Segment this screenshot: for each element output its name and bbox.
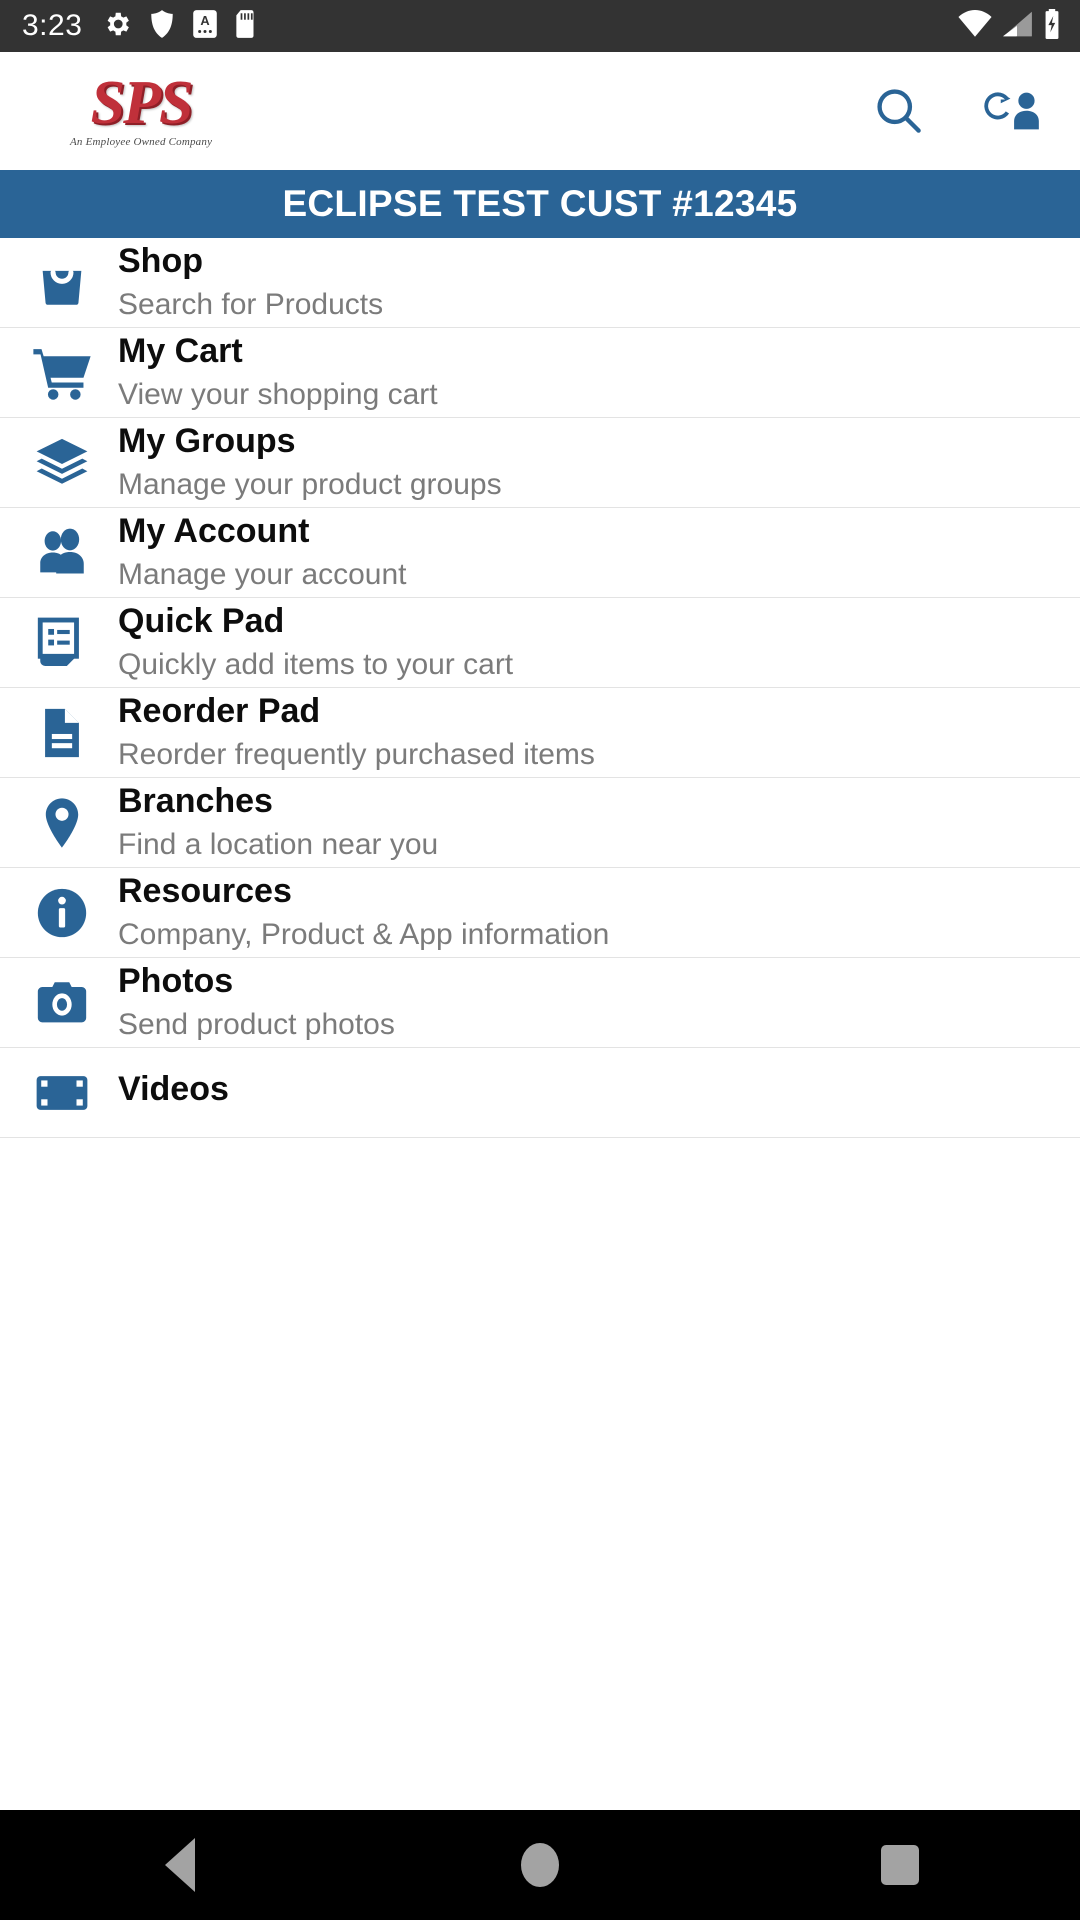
menu-item-subtitle: Reorder frequently purchased items	[118, 737, 595, 771]
app-screen: 3:23 A SPS An Employee Owned Company ECL…	[0, 0, 1080, 1920]
menu-list: Shop Search for Products My Cart View yo…	[0, 238, 1080, 1138]
menu-item-subtitle: Quickly add items to your cart	[118, 647, 514, 681]
menu-item-quick-pad[interactable]: Quick Pad Quickly add items to your cart	[0, 598, 1080, 688]
back-triangle-icon	[165, 1838, 195, 1892]
back-button[interactable]	[105, 1810, 255, 1920]
menu-item-reorder-pad[interactable]: Reorder Pad Reorder frequently purchased…	[0, 688, 1080, 778]
shield-icon	[149, 9, 175, 44]
menu-item-subtitle: View your shopping cart	[118, 377, 438, 411]
menu-item-text: My Cart View your shopping cart	[118, 332, 438, 412]
gear-icon	[102, 9, 132, 44]
menu-item-title: My Groups	[118, 422, 296, 461]
shopping-bag-icon	[22, 249, 102, 317]
menu-item-text: Resources Company, Product & App informa…	[118, 872, 609, 952]
map-pin-icon	[22, 789, 102, 857]
menu-item-videos[interactable]: Videos	[0, 1048, 1080, 1138]
menu-item-title: Quick Pad	[118, 602, 285, 641]
a-badge-icon: A	[192, 9, 218, 44]
menu-item-subtitle: Manage your account	[118, 557, 407, 591]
menu-item-my-account[interactable]: My Account Manage your account	[0, 508, 1080, 598]
search-icon	[872, 84, 924, 139]
menu-item-text: Videos	[118, 1070, 229, 1114]
menu-item-resources[interactable]: Resources Company, Product & App informa…	[0, 868, 1080, 958]
menu-item-branches[interactable]: Branches Find a location near you	[0, 778, 1080, 868]
logo-tagline: An Employee Owned Company	[70, 135, 213, 148]
menu-item-text: My Groups Manage your product groups	[118, 422, 502, 502]
menu-item-subtitle: Manage your product groups	[118, 467, 502, 501]
app-bar-actions	[872, 84, 1040, 139]
logo-wordmark: SPS	[90, 69, 194, 138]
list-note-icon	[22, 609, 102, 677]
menu-item-subtitle: Search for Products	[118, 287, 384, 321]
status-right-icons	[958, 8, 1062, 44]
menu-item-text: Shop Search for Products	[118, 242, 383, 322]
sps-logo: SPS An Employee Owned Company	[70, 69, 213, 148]
menu-item-text: Quick Pad Quickly add items to your cart	[118, 602, 513, 682]
status-clock: 3:23	[22, 9, 83, 42]
people-icon	[22, 519, 102, 587]
menu-item-text: Reorder Pad Reorder frequently purchased…	[118, 692, 595, 772]
customer-banner-text: ECLIPSE TEST CUST #12345	[282, 183, 798, 224]
status-bar: 3:23 A	[0, 0, 1080, 52]
menu-item-text: Photos Send product photos	[118, 962, 395, 1042]
switch-user-button[interactable]	[982, 84, 1040, 139]
sd-card-icon	[235, 9, 257, 44]
menu-item-text: Branches Find a location near you	[118, 782, 438, 862]
status-left-icons: A	[102, 9, 257, 44]
menu-item-title: Photos	[118, 962, 234, 1001]
recents-square-icon	[881, 1845, 919, 1885]
menu-item-my-cart[interactable]: My Cart View your shopping cart	[0, 328, 1080, 418]
menu-item-subtitle: Find a location near you	[118, 827, 439, 861]
menu-item-text: My Account Manage your account	[118, 512, 407, 592]
menu-item-my-groups[interactable]: My Groups Manage your product groups	[0, 418, 1080, 508]
menu-item-title: Reorder Pad	[118, 692, 321, 731]
menu-item-photos[interactable]: Photos Send product photos	[0, 958, 1080, 1048]
menu-item-title: My Cart	[118, 332, 243, 371]
recents-button[interactable]	[825, 1810, 975, 1920]
menu-item-title: Shop	[118, 242, 203, 281]
android-nav-bar	[0, 1810, 1080, 1920]
shopping-cart-icon	[22, 339, 102, 407]
home-circle-icon	[521, 1843, 559, 1887]
menu-item-title: Branches	[118, 782, 273, 821]
camera-icon	[22, 969, 102, 1037]
home-button[interactable]	[465, 1810, 615, 1920]
search-button[interactable]	[872, 84, 924, 139]
info-circle-icon	[22, 879, 102, 947]
menu-item-title: Videos	[118, 1070, 229, 1109]
layers-icon	[22, 429, 102, 497]
menu-item-title: My Account	[118, 512, 310, 551]
switch-user-icon	[982, 84, 1040, 139]
battery-charging-icon	[1042, 8, 1062, 44]
film-icon	[22, 1059, 102, 1127]
menu-item-shop[interactable]: Shop Search for Products	[0, 238, 1080, 328]
document-icon	[22, 699, 102, 767]
app-bar: SPS An Employee Owned Company	[0, 52, 1080, 170]
customer-banner[interactable]: ECLIPSE TEST CUST #12345	[0, 170, 1080, 238]
menu-item-title: Resources	[118, 872, 292, 911]
menu-item-subtitle: Send product photos	[118, 1007, 395, 1041]
menu-item-subtitle: Company, Product & App information	[118, 917, 610, 951]
wifi-icon	[958, 9, 992, 43]
svg-text:A: A	[201, 13, 210, 28]
cell-signal-icon	[1001, 10, 1033, 43]
